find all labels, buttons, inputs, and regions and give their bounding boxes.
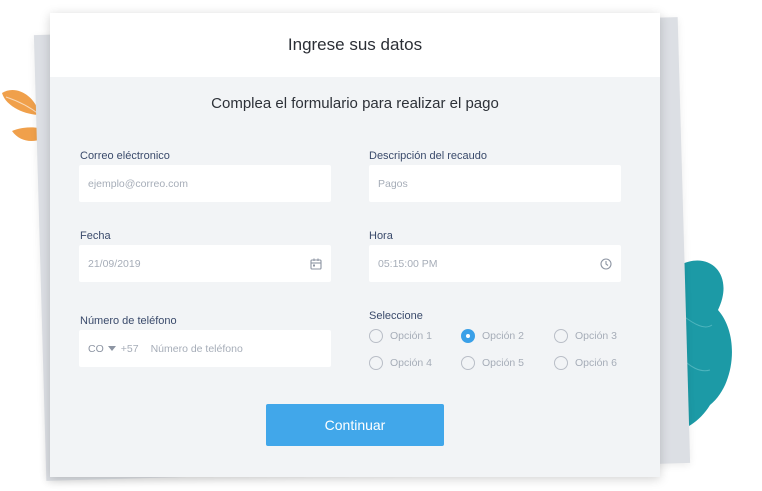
date-label: Fecha	[80, 230, 111, 242]
radio-circle[interactable]	[554, 356, 568, 370]
radio-option-label: Opción 2	[482, 330, 525, 342]
radio-option-label: Opción 1	[390, 330, 433, 342]
selection-label: Seleccione	[369, 310, 423, 322]
form-subtitle: Complea el formulario para realizar el p…	[211, 95, 499, 112]
phone-field[interactable]: CO +57 Número de teléfono	[79, 330, 331, 367]
continue-button-label: Continuar	[324, 417, 386, 433]
date-value: 21/09/2019	[88, 257, 141, 270]
phone-label: Número de teléfono	[80, 315, 177, 327]
time-value: 05:15:00 PM	[378, 257, 438, 270]
time-field[interactable]: 05:15:00 PM	[369, 245, 621, 282]
radio-option-1[interactable]: Opción 1	[369, 329, 432, 343]
time-label: Hora	[369, 230, 393, 242]
country-select[interactable]: CO	[88, 343, 104, 355]
date-field[interactable]: 21/09/2019	[79, 245, 331, 282]
country-code: +57	[120, 342, 139, 355]
description-label: Descripción del recaudo	[369, 150, 488, 162]
calendar-icon[interactable]	[310, 258, 322, 270]
radio-option-2[interactable]: Opción 2	[461, 329, 524, 343]
payment-form-card: Ingrese sus datos Complea el formulario …	[50, 13, 660, 477]
email-field[interactable]: ejemplo@correo.com	[79, 165, 331, 202]
radio-circle[interactable]	[369, 329, 383, 343]
radio-circle[interactable]	[554, 329, 568, 343]
radio-option-6[interactable]: Opción 6	[554, 356, 617, 370]
card-header: Ingrese sus datos	[50, 13, 660, 77]
radio-circle[interactable]	[461, 356, 475, 370]
radio-circle-selected[interactable]	[461, 329, 475, 343]
email-label: Correo eléctronico	[80, 150, 170, 162]
clock-icon[interactable]	[600, 257, 612, 270]
radio-option-label: Opción 3	[575, 330, 618, 342]
continue-button[interactable]: Continuar	[266, 404, 444, 446]
radio-option-4[interactable]: Opción 4	[369, 356, 432, 370]
radio-option-label: Opción 4	[390, 357, 433, 369]
phone-placeholder: Número de teléfono	[150, 342, 243, 355]
radio-option-3[interactable]: Opción 3	[554, 329, 617, 343]
radio-option-label: Opción 6	[575, 357, 618, 369]
radio-option-5[interactable]: Opción 5	[461, 356, 524, 370]
radio-option-label: Opción 5	[482, 357, 525, 369]
email-placeholder: ejemplo@correo.com	[88, 177, 188, 190]
description-field[interactable]: Pagos	[369, 165, 621, 202]
radio-circle[interactable]	[369, 356, 383, 370]
chevron-down-icon[interactable]	[107, 346, 116, 351]
form-title: Ingrese sus datos	[287, 35, 423, 54]
description-placeholder: Pagos	[378, 177, 408, 190]
